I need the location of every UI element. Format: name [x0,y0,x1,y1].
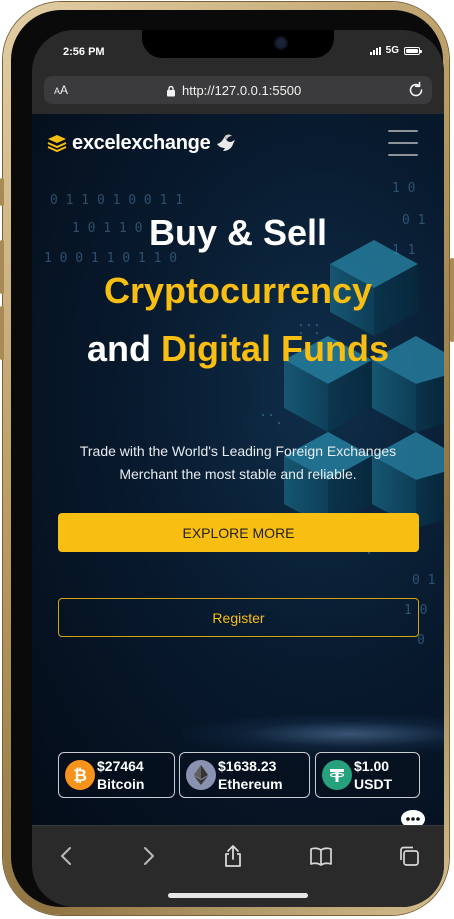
hero-line-2: Cryptocurrency [103,270,373,311]
site-logo[interactable]: excelexchange [46,131,238,155]
hero-line-3-white: and [86,328,151,369]
ticker-name: Bitcoin [97,776,145,792]
ticker-name: Ethereum [218,776,283,792]
hero-description-line-2: Merchant the most stable and reliable. [119,466,357,482]
camera-icon [276,38,286,48]
mute-switch [0,178,4,206]
hero-description: Trade with the World's Leading Foreign E… [52,440,424,486]
reload-icon[interactable] [406,80,426,105]
hero-description-line-1: Trade with the World's Leading Foreign E… [79,443,397,459]
lock-icon [167,85,175,96]
ticker-price: $1.00 [354,758,390,774]
hero-line-3-gold: Digital Funds [161,328,390,369]
ticker-price: $1638.23 [218,758,277,774]
network-label: 5G [385,45,399,56]
ethereum-icon [186,760,216,790]
volume-down-button [0,306,4,360]
browser-toolbar [32,825,444,907]
explore-more-button[interactable]: EXPLORE MORE [58,513,419,552]
ticker-price: $27464 [97,758,144,774]
layers-logo-icon [47,135,67,152]
website-viewport: 0 1 1 0 1 0 0 1 1 1 0 1 1 0 1 0 1 0 0 1 … [32,114,444,825]
back-icon[interactable] [52,842,80,870]
ticker-usdt[interactable]: $1.00 USDT [315,752,420,798]
register-button[interactable]: Register [58,598,419,637]
ticker-usdt-text: $1.00 USDT [354,757,392,793]
svg-text:1 0: 1 0 [392,181,415,196]
volume-up-button [0,240,4,294]
tether-icon [322,760,352,790]
ticker-ethereum[interactable]: $1638.23 Ethereum [179,752,310,798]
hero-line-3: and Digital Funds [32,320,444,378]
hero-heading: Buy & Sell Cryptocurrency and Digital Fu… [32,204,444,378]
svg-text:₿: ₿ [73,766,87,785]
bitcoin-icon: ₿ [65,760,95,790]
share-icon[interactable] [219,842,247,870]
status-indicators: 5G [369,45,422,56]
light-glow [182,714,444,754]
chat-icon[interactable] [400,808,426,825]
battery-icon [404,46,422,55]
browser-address-area: AA http://127.0.0.1:5500 [32,74,444,114]
forward-icon[interactable] [135,842,163,870]
svg-text:0 1: 0 1 [412,573,435,588]
ticker-name: USDT [354,776,393,792]
address-bar[interactable]: AA http://127.0.0.1:5500 [44,76,432,104]
site-header: excelexchange [32,114,444,172]
power-button [450,258,454,342]
signal-icon [369,46,381,55]
logo-text: excelexchange [72,131,211,154]
url-display[interactable]: http://127.0.0.1:5500 [166,83,301,98]
ticker-ethereum-text: $1638.23 Ethereum [218,757,283,793]
ticker-bitcoin-text: $27464 Bitcoin [97,757,144,793]
phone-screen: 2:56 PM 5G AA http://127.0.0.1:5500 0 1 … [32,30,444,907]
dove-icon [217,134,236,151]
status-time: 2:56 PM [63,46,105,58]
hero-line-1: Buy & Sell [148,212,328,253]
home-indicator[interactable] [168,893,308,898]
text-size-button[interactable]: AA [54,83,68,97]
bookmarks-icon[interactable] [307,842,335,870]
url-text: http://127.0.0.1:5500 [182,83,302,98]
phone-bezel: 2:56 PM 5G AA http://127.0.0.1:5500 0 1 … [11,10,444,907]
tabs-icon[interactable] [395,842,423,870]
notch [142,30,334,58]
hamburger-menu-icon[interactable] [388,130,418,156]
ticker-bitcoin[interactable]: ₿ $27464 Bitcoin [58,752,175,798]
